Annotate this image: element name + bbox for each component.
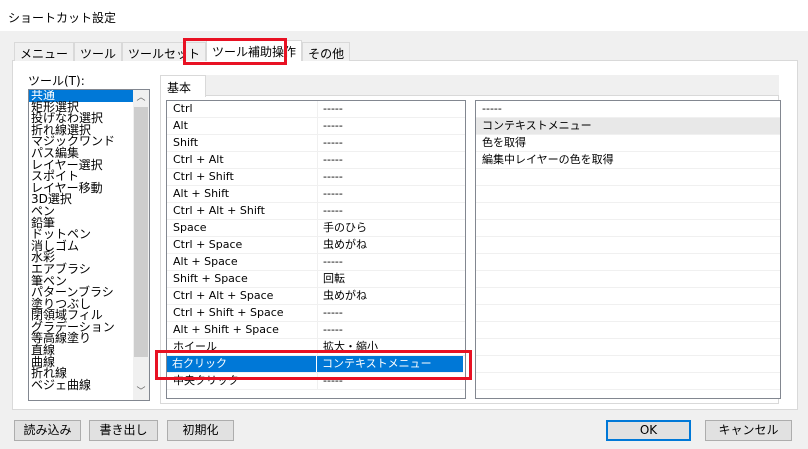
- option-item[interactable]: -----: [476, 101, 780, 118]
- shortcut-action: -----: [323, 136, 343, 149]
- shortcut-key: Space: [167, 220, 318, 236]
- shortcut-action: 虫めがね: [323, 289, 367, 302]
- scroll-thumb[interactable]: [134, 107, 148, 357]
- empty-row: [476, 186, 780, 203]
- tool-label: ツール(T):: [28, 74, 85, 88]
- option-item[interactable]: 編集中レイヤーの色を取得: [476, 152, 780, 169]
- scroll-up-icon[interactable]: ︿: [133, 90, 149, 106]
- shortcut-key: Ctrl: [167, 101, 318, 117]
- table-row[interactable]: Ctrl + Alt + Space 虫めがね: [167, 288, 465, 305]
- empty-row: [476, 203, 780, 220]
- shortcut-key: Alt + Shift: [167, 186, 318, 202]
- table-row[interactable]: Ctrl + Alt + Shift -----: [167, 203, 465, 220]
- empty-row: [476, 305, 780, 322]
- table-row[interactable]: Ctrl + Shift -----: [167, 169, 465, 186]
- scroll-down-icon[interactable]: ﹀: [133, 384, 149, 400]
- table-row[interactable]: Alt -----: [167, 118, 465, 135]
- shortcut-key: Alt: [167, 118, 318, 134]
- shortcut-action: -----: [323, 204, 343, 217]
- shortcut-key: Ctrl + Alt + Space: [167, 288, 318, 304]
- shortcut-action: 回転: [323, 272, 345, 285]
- shortcut-key: Ctrl + Shift: [167, 169, 318, 185]
- table-row[interactable]: Alt + Shift -----: [167, 186, 465, 203]
- shortcut-key: Ctrl + Alt + Shift: [167, 203, 318, 219]
- reset-button[interactable]: 初期化: [167, 420, 234, 441]
- table-row[interactable]: Ctrl -----: [167, 101, 465, 118]
- table-row[interactable]: Ctrl + Alt -----: [167, 152, 465, 169]
- window-title: ショートカット設定: [0, 0, 808, 31]
- tool-list-scrollbar[interactable]: ︿ ﹀: [133, 90, 149, 400]
- shortcut-action: -----: [323, 306, 343, 319]
- table-row[interactable]: Space 手のひら: [167, 220, 465, 237]
- shortcut-action: -----: [323, 119, 343, 132]
- option-item[interactable]: 色を取得: [476, 135, 780, 152]
- table-row[interactable]: Alt + Shift + Space -----: [167, 322, 465, 339]
- tab-tool[interactable]: ツール: [74, 42, 123, 61]
- tool-list[interactable]: 共通 矩形選択 投げなわ選択 折れ線選択 マジックワンド パス編集 レイヤー選択 スポイト レイ…: [28, 89, 150, 401]
- empty-row: [476, 237, 780, 254]
- shortcut-key: Ctrl + Shift + Space: [167, 305, 318, 321]
- shortcut-key: Alt + Shift + Space: [167, 322, 318, 338]
- shortcut-key: Alt + Space: [167, 254, 318, 270]
- shortcut-key: Shift: [167, 135, 318, 151]
- tool-list-item[interactable]: ベジェ曲線: [29, 379, 133, 392]
- empty-row: [476, 339, 780, 356]
- cancel-button[interactable]: キャンセル: [705, 420, 792, 441]
- shortcut-action: 手のひら: [323, 221, 367, 234]
- highlight-row: [155, 350, 472, 380]
- empty-row: [476, 254, 780, 271]
- action-options-list[interactable]: ----- コンテキストメニュー 色を取得 編集中レイヤーの色を取得: [475, 100, 781, 399]
- empty-row: [476, 220, 780, 237]
- shortcut-key: Ctrl + Alt: [167, 152, 318, 168]
- subtab-bar: [160, 75, 779, 96]
- export-button[interactable]: 書き出し: [89, 420, 158, 441]
- ok-button[interactable]: OK: [606, 420, 691, 441]
- load-button[interactable]: 読み込み: [14, 420, 81, 441]
- shortcut-key: Shift + Space: [167, 271, 318, 287]
- option-item[interactable]: コンテキストメニュー: [476, 118, 780, 135]
- shortcut-action: -----: [323, 102, 343, 115]
- subtab-basic[interactable]: 基本: [160, 75, 206, 97]
- shortcut-action: -----: [323, 255, 343, 268]
- empty-row: [476, 373, 780, 390]
- tab-other[interactable]: その他: [302, 42, 351, 61]
- shortcut-key: Ctrl + Space: [167, 237, 318, 253]
- shortcut-action: -----: [323, 323, 343, 336]
- shortcut-action: -----: [323, 153, 343, 166]
- table-row[interactable]: Ctrl + Shift + Space -----: [167, 305, 465, 322]
- tab-menu[interactable]: メニュー: [14, 42, 75, 61]
- empty-row: [476, 288, 780, 305]
- empty-row: [476, 169, 780, 186]
- empty-row: [476, 356, 780, 373]
- table-row[interactable]: Shift -----: [167, 135, 465, 152]
- shortcut-action: -----: [323, 187, 343, 200]
- empty-row: [476, 322, 780, 339]
- table-row[interactable]: Ctrl + Space 虫めがね: [167, 237, 465, 254]
- shortcut-action: 虫めがね: [323, 238, 367, 251]
- shortcut-action: -----: [323, 170, 343, 183]
- table-row[interactable]: Shift + Space 回転: [167, 271, 465, 288]
- table-row[interactable]: Alt + Space -----: [167, 254, 465, 271]
- empty-row: [476, 271, 780, 288]
- highlight-tab: [183, 38, 287, 65]
